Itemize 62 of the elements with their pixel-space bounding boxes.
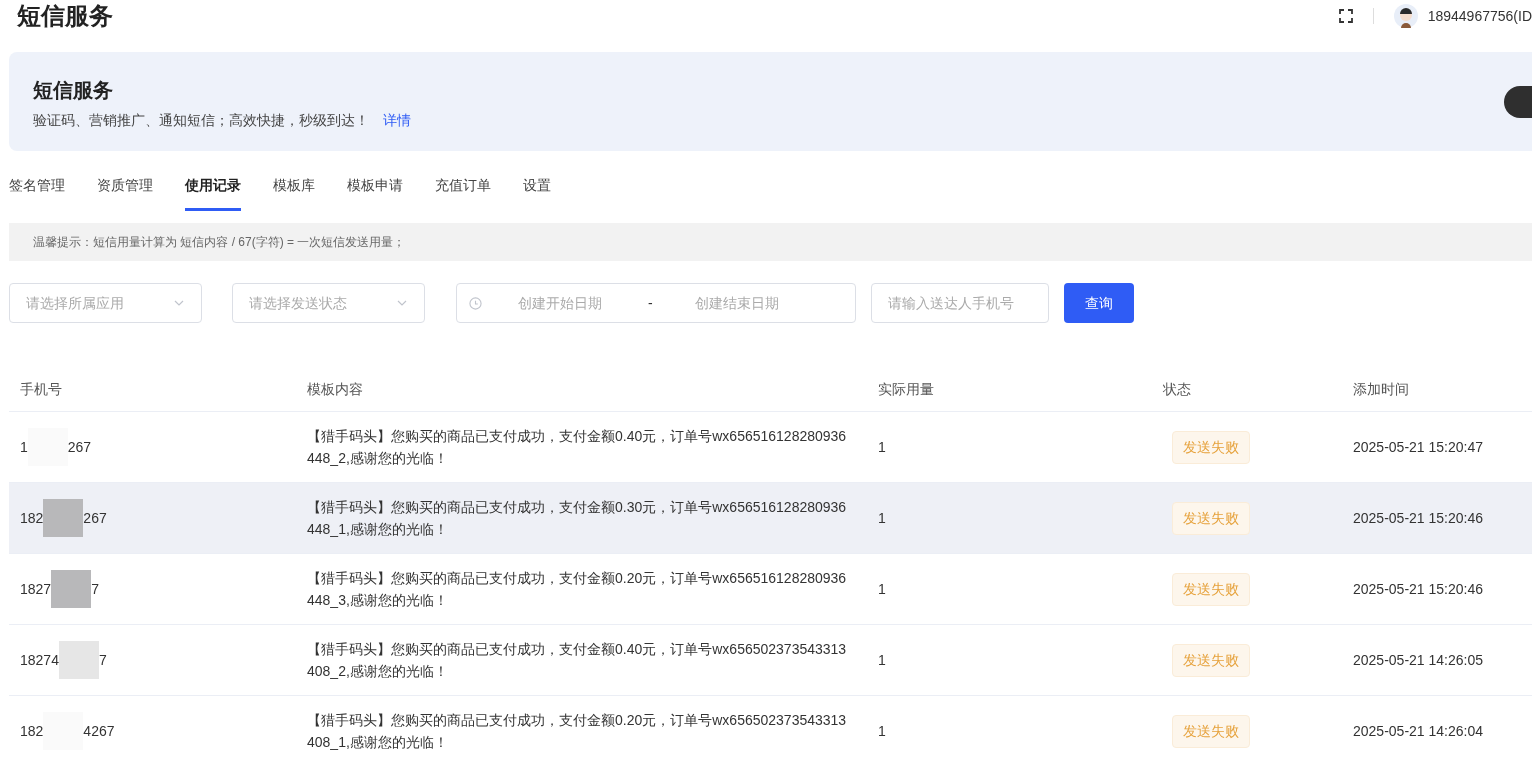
table-cell-text: 2025-05-21 14:26:05: [1353, 650, 1484, 670]
status-tag: 发送失败: [1172, 572, 1250, 606]
phone-start: 1827: [20, 579, 52, 599]
column-header: 状态: [1163, 379, 1192, 399]
phone-input[interactable]: 请输入送达人手机号: [871, 283, 1049, 323]
column-header: 实际用量: [878, 379, 935, 399]
table-cell-text: 1: [878, 579, 887, 599]
phone-start: 18274: [20, 650, 59, 670]
tab[interactable]: 充值订单: [435, 173, 491, 211]
tip-text: 温馨提示：短信用量计算为 短信内容 / 67(字符) = 一次短信发送用量；: [33, 234, 406, 251]
column-header: 模板内容: [307, 379, 364, 399]
tab[interactable]: 模板申请: [347, 173, 403, 211]
table-cell-text: 【猎手码头】您购买的商品已支付成功，支付金额0.30元，订单号wx656516128280936448_1,感谢您的光临！: [307, 498, 848, 539]
table-cell-text: 1: [878, 650, 887, 670]
table-row[interactable]: 182 267 【猎手码头】您购买的商品已支付成功，支付金额0.30元，订单号wx656516128280936448_1,感谢您的光临！ 1 发送失败 2025-05-21 15:20:46: [9, 483, 1532, 554]
table-cell-text: 【猎手码头】您购买的商品已支付成功，支付金额0.40元，订单号wx656502373543313408_2,感谢您的光临！: [307, 640, 848, 681]
table-cell-text: 【猎手码头】您购买的商品已支付成功，支付金额0.20元，订单号wx656516128280936448_3,感谢您的光临！: [307, 569, 848, 610]
redaction-mark: [51, 570, 92, 608]
user-name[interactable]: 18944967756(ID: [1427, 5, 1532, 27]
date-range-field[interactable]: 创建开始日期 - 创建结束日期: [456, 283, 856, 323]
table-cell-text: 【猎手码头】您购买的商品已支付成功，支付金额0.20元，订单号wx656502373543313408_1,感谢您的光临！: [307, 711, 848, 752]
end-date-input[interactable]: 创建结束日期: [694, 292, 795, 314]
tab[interactable]: 设置: [523, 173, 551, 211]
status-tag: 发送失败: [1172, 643, 1250, 677]
banner-button[interactable]: [1504, 86, 1532, 118]
table-cell-text: 【猎手码头】您购买的商品已支付成功，支付金额0.40元，订单号wx656516128280936448_2,感谢您的光临！: [307, 427, 848, 468]
page-title: 短信服务: [17, 1, 113, 31]
table-cell-text: 2025-05-21 15:20:46: [1353, 508, 1484, 528]
redaction-mark: [58, 641, 99, 679]
column-header: 手机号: [19, 379, 63, 399]
phone-end: 7: [91, 579, 99, 599]
avatar-icon[interactable]: [1393, 4, 1418, 28]
phone-start: 182: [20, 508, 44, 528]
table-cell-text: 1: [878, 721, 887, 741]
table-cell-text: 1: [878, 437, 887, 457]
phone-end: 267: [83, 508, 107, 528]
phone-end: 4267: [83, 721, 115, 741]
tab[interactable]: 模板库: [273, 173, 315, 211]
start-date-input[interactable]: 创建开始日期: [518, 292, 618, 314]
phone-end: 267: [67, 437, 92, 457]
fullscreen-icon[interactable]: [1338, 9, 1353, 23]
table-cell-text: 2025-05-21 15:20:47: [1353, 437, 1484, 457]
status-tag: 发送失败: [1172, 714, 1250, 748]
redaction-mark: [43, 499, 84, 537]
query-button[interactable]: 查询: [1064, 283, 1134, 323]
tab[interactable]: 使用记录: [185, 173, 241, 211]
table-cell-text: 2025-05-21 14:26:04: [1353, 721, 1484, 741]
tab[interactable]: 资质管理: [97, 173, 153, 211]
banner-description: 验证码、营销推广、通知短信；高效快捷，秒级到达！: [33, 111, 369, 130]
table-cell-text: 1: [878, 508, 887, 528]
table-cell-text: 2025-05-21 15:20:46: [1353, 579, 1484, 599]
tab[interactable]: 签名管理: [9, 173, 65, 211]
date-separator: -: [648, 293, 653, 313]
status-tag: 发送失败: [1172, 501, 1250, 535]
phone-end: 7: [98, 650, 107, 670]
status-tag: 发送失败: [1172, 430, 1250, 464]
details-link[interactable]: 详情: [383, 110, 411, 131]
banner-title: 短信服务: [33, 78, 113, 103]
phone-start: 182: [20, 721, 44, 741]
column-header: 添加时间: [1353, 379, 1410, 399]
clock-icon: [469, 296, 482, 310]
phone-start: 1: [20, 437, 28, 457]
